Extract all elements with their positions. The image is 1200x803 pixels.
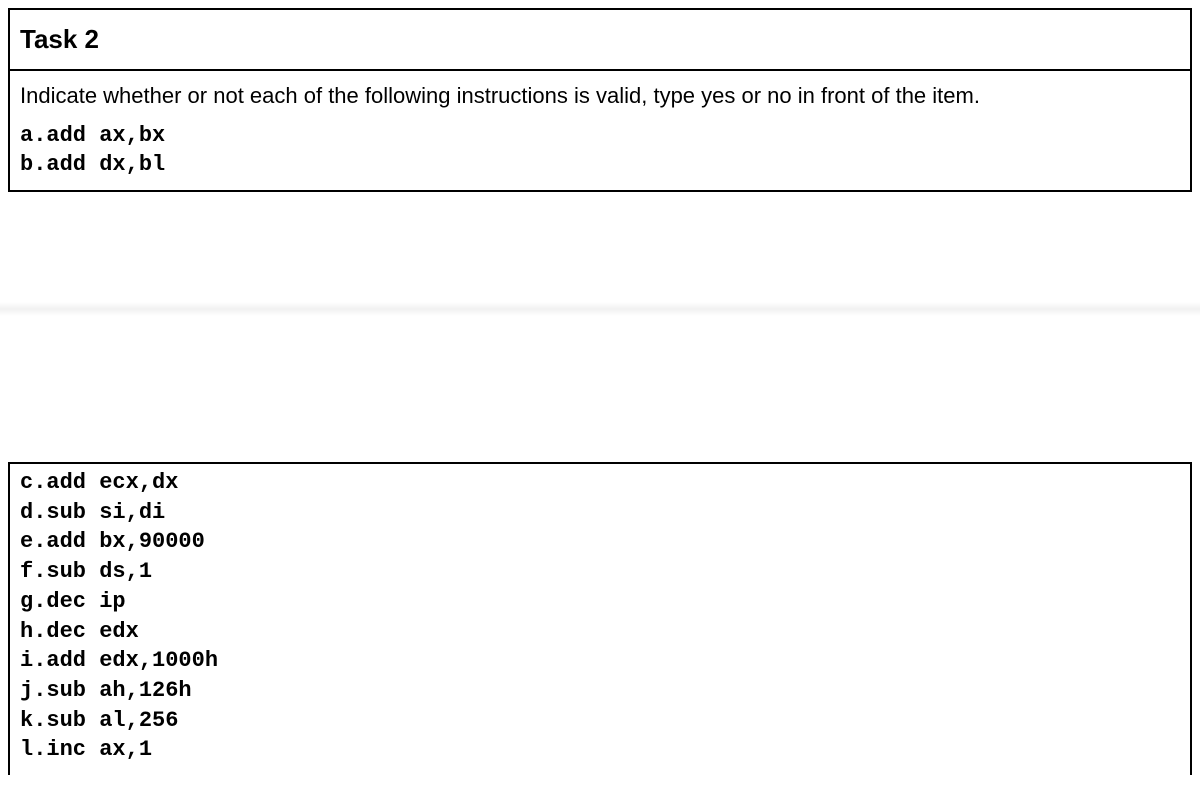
list-item: k.sub al,256 xyxy=(20,706,1180,736)
list-item: f.sub ds,1 xyxy=(20,557,1180,587)
task-prompt: Indicate whether or not each of the foll… xyxy=(10,71,1190,117)
document-page: Task 2 Indicate whether or not each of t… xyxy=(0,8,1200,775)
list-item: h.dec edx xyxy=(20,617,1180,647)
code-list-bottom: c.add ecx,dx d.sub si,di e.add bx,90000 … xyxy=(10,464,1190,775)
list-item: l.inc ax,1 xyxy=(20,735,1180,765)
section-gap xyxy=(0,302,1200,462)
list-item: c.add ecx,dx xyxy=(20,468,1180,498)
list-item: g.dec ip xyxy=(20,587,1180,617)
task-box-bottom: c.add ecx,dx d.sub si,di e.add bx,90000 … xyxy=(8,462,1192,775)
list-item: a.add ax,bx xyxy=(20,121,1180,151)
code-list-top: a.add ax,bx b.add dx,bl xyxy=(10,117,1190,190)
list-item: i.add edx,1000h xyxy=(20,646,1180,676)
list-item: b.add dx,bl xyxy=(20,150,1180,180)
list-item: j.sub ah,126h xyxy=(20,676,1180,706)
list-item: d.sub si,di xyxy=(20,498,1180,528)
task-heading: Task 2 xyxy=(10,10,1190,71)
task-box-top: Task 2 Indicate whether or not each of t… xyxy=(8,8,1192,192)
list-item: e.add bx,90000 xyxy=(20,527,1180,557)
